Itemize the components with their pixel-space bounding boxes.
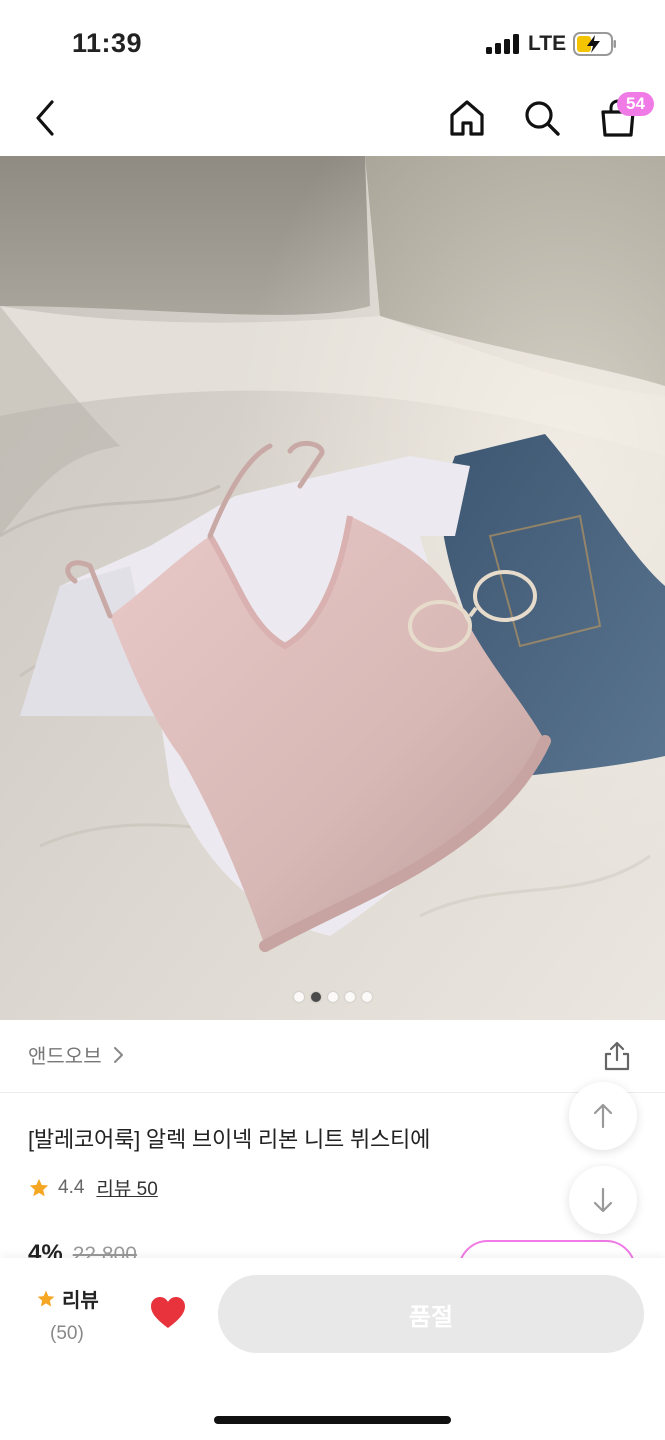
star-icon <box>29 1178 49 1196</box>
back-arrow-icon[interactable] <box>30 98 62 138</box>
carousel-dot[interactable] <box>327 992 338 1002</box>
top-nav-bar <box>0 80 665 156</box>
share-icon[interactable] <box>602 1040 632 1072</box>
cart-count-badge: 54 <box>617 92 654 116</box>
carousel-dot[interactable] <box>344 992 355 1002</box>
carousel-dot[interactable] <box>293 992 304 1002</box>
arrow-up-icon <box>593 1103 613 1129</box>
search-icon[interactable] <box>522 98 562 138</box>
chevron-right-icon <box>113 1046 123 1063</box>
network-type: LTE <box>528 32 567 55</box>
status-time: 11:39 <box>72 28 143 58</box>
divider <box>0 1092 665 1093</box>
carousel-dot[interactable] <box>310 992 321 1002</box>
status-bar: 11:39 LTE <box>0 0 665 80</box>
heart-icon[interactable] <box>150 1296 186 1330</box>
scroll-up-button[interactable] <box>569 1082 637 1150</box>
carousel-dot[interactable] <box>361 992 372 1002</box>
brand-link[interactable]: 앤드오브 <box>28 1040 126 1069</box>
review-label: 리뷰 <box>62 1290 99 1312</box>
carousel-indicators <box>0 992 665 1002</box>
rating-row: 4.4 리뷰 50 <box>28 1174 158 1201</box>
review-summary-button[interactable]: 리뷰 (50) <box>36 1284 106 1345</box>
arrow-down-icon <box>593 1187 613 1213</box>
home-icon[interactable] <box>448 98 486 138</box>
star-icon <box>37 1290 55 1306</box>
review-count: (50) <box>50 1323 84 1344</box>
brand-name: 앤드오브 <box>28 1046 102 1068</box>
signal-icon <box>486 34 520 54</box>
soldout-button[interactable]: 품절 <box>218 1275 644 1353</box>
product-title: [발레코어룩] 알렉 브이넥 리본 니트 뷔스티에 <box>28 1127 431 1152</box>
review-count-link[interactable]: 리뷰 50 <box>96 1174 157 1201</box>
home-indicator <box>214 1416 451 1424</box>
scroll-down-button[interactable] <box>569 1166 637 1234</box>
product-image-carousel[interactable] <box>0 156 665 1020</box>
rating-value: 4.4 <box>58 1176 85 1198</box>
battery-charging-icon <box>573 32 616 56</box>
product-photo <box>0 156 665 1020</box>
